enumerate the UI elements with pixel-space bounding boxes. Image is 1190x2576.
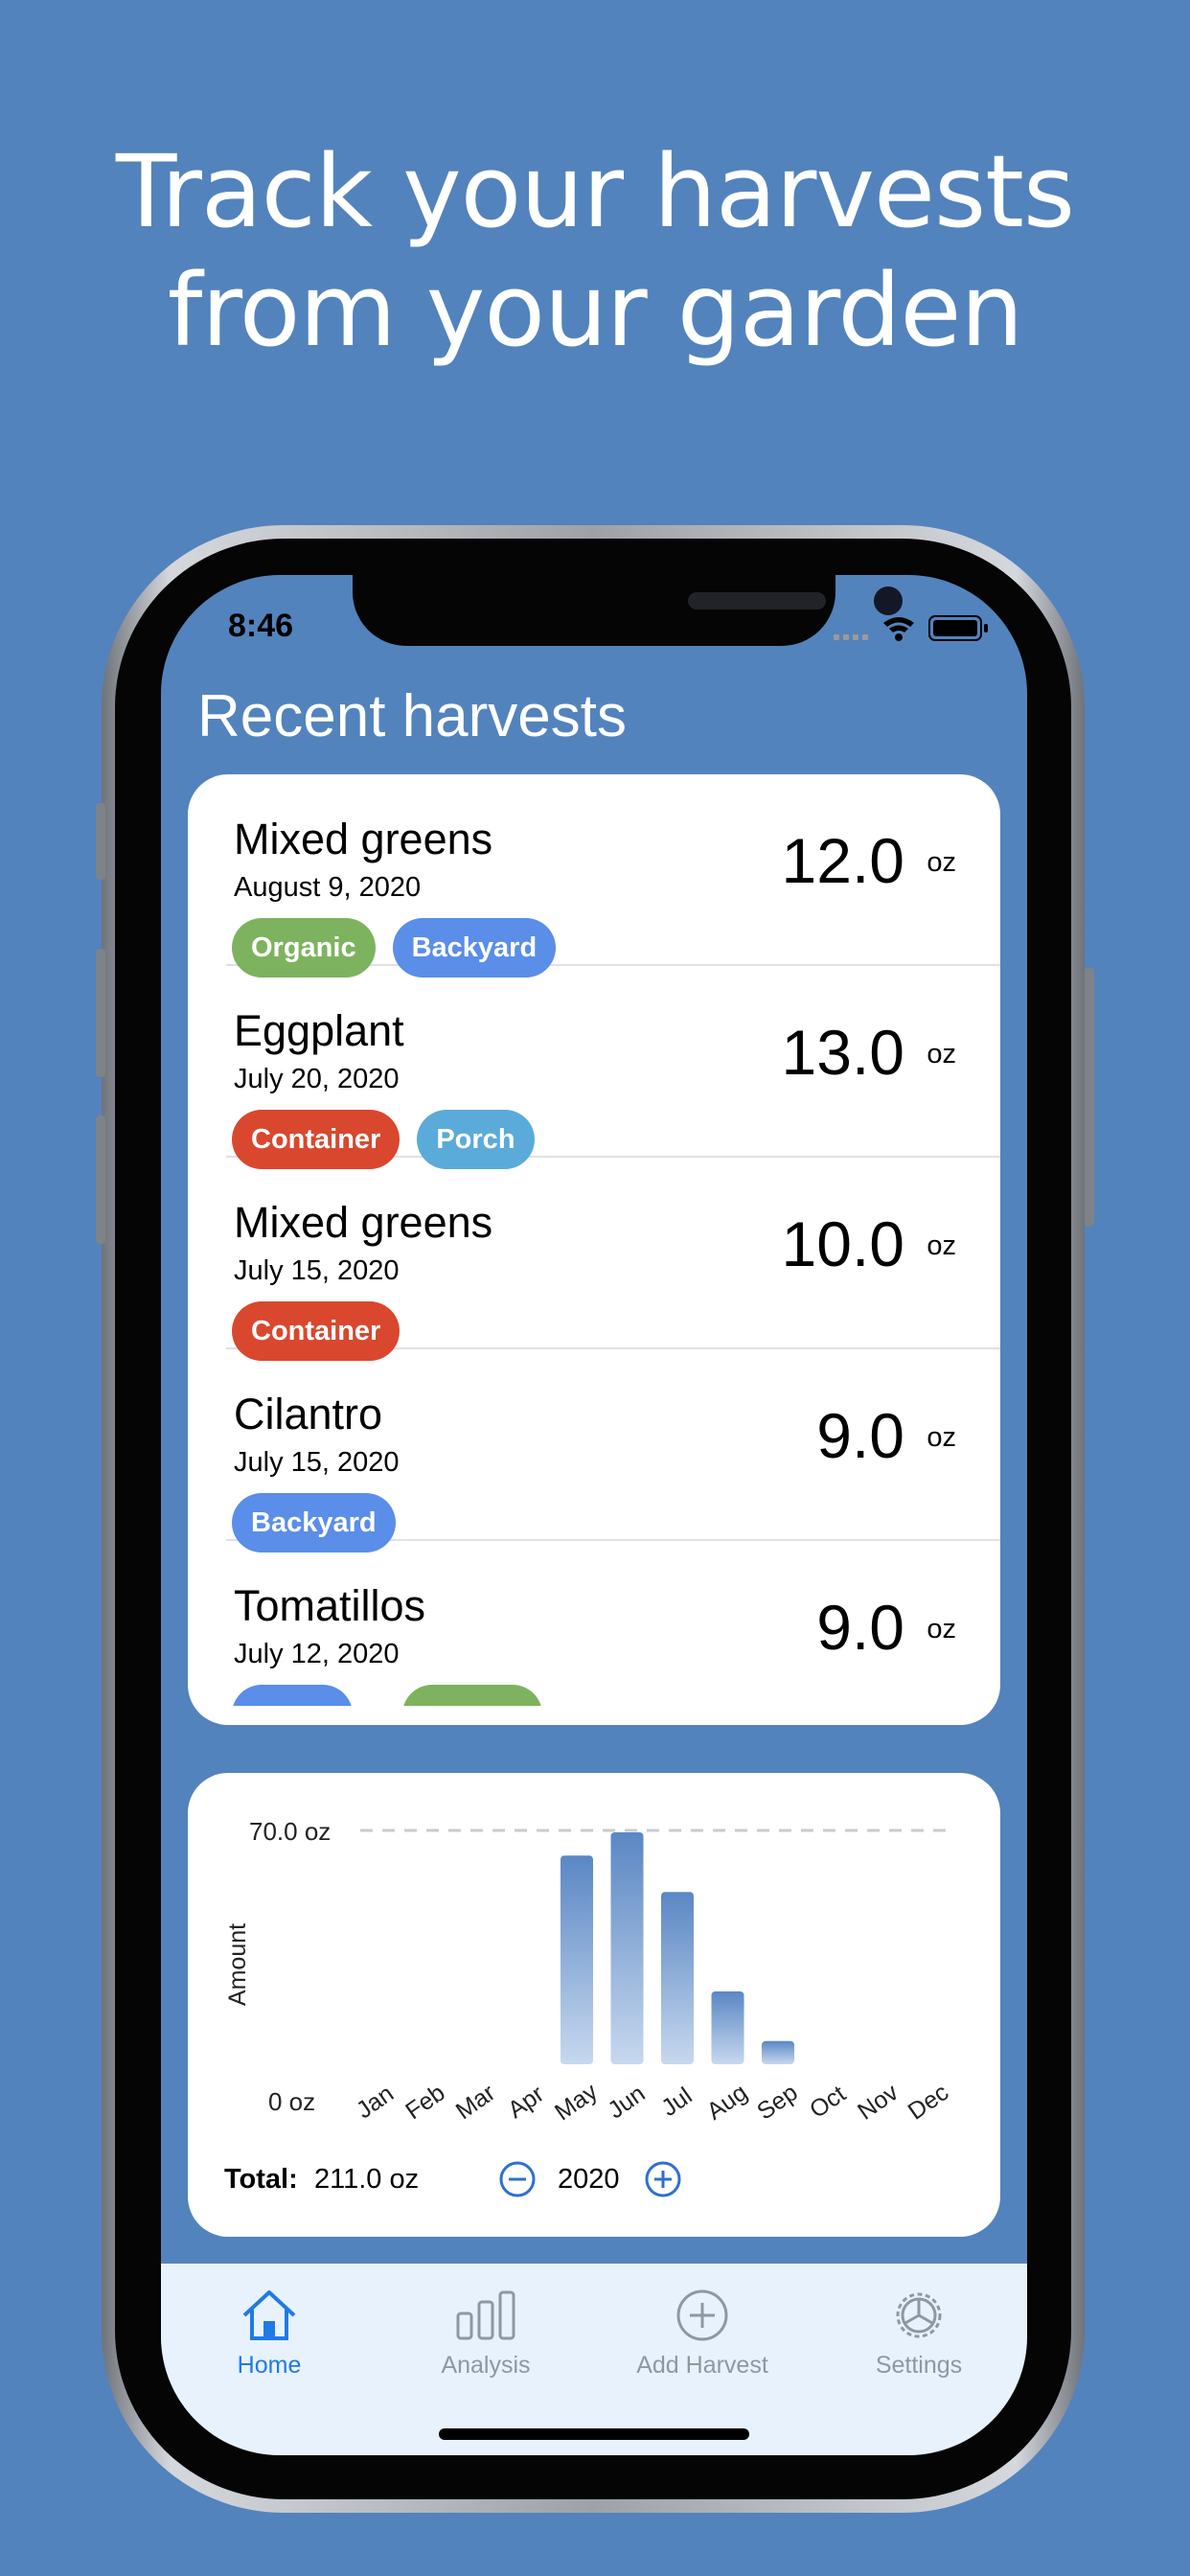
screen-title: Recent harvests bbox=[197, 683, 627, 749]
monthly-harvest-chart-card: 70.0 oz 0 oz Amount Jan Feb Mar Apr May Jun Ju… bbox=[188, 1773, 1000, 2237]
x-tick-label: Dec bbox=[904, 2079, 953, 2125]
signal-icon bbox=[834, 634, 868, 640]
harvest-date: July 15, 2020 bbox=[234, 1255, 400, 1286]
harvest-name: Tomatillos bbox=[234, 1581, 426, 1630]
harvest-row[interactable]: Mixed greens July 15, 2020 10.0 oz Conta… bbox=[226, 1158, 1000, 1361]
harvest-row[interactable]: Cilantro July 15, 2020 9.0 oz Backyard bbox=[226, 1349, 1000, 1552]
bar-jul bbox=[661, 1892, 694, 2064]
harvest-row[interactable]: Mixed greens August 9, 2020 12.0 oz Orga… bbox=[226, 774, 1000, 978]
tab-settings[interactable]: Settings bbox=[811, 2287, 1027, 2380]
harvest-unit: oz bbox=[927, 847, 956, 878]
volume-up-button bbox=[96, 949, 105, 1077]
harvest-amount: 9.0 bbox=[816, 1592, 904, 1663]
harvest-amount: 13.0 bbox=[781, 1017, 904, 1088]
tab-label: Settings bbox=[875, 2352, 963, 2379]
plus-circle-icon bbox=[676, 2289, 728, 2341]
x-tick-label: May bbox=[550, 2078, 603, 2126]
wifi-icon bbox=[883, 617, 914, 641]
front-camera bbox=[874, 586, 903, 615]
status-time: 8:46 bbox=[228, 608, 294, 644]
tab-label: Add Harvest bbox=[636, 2352, 768, 2379]
bar-chart-icon bbox=[456, 2290, 515, 2340]
headline-line-2: from your garden bbox=[167, 252, 1024, 369]
bar-may bbox=[561, 1855, 593, 2064]
total-value: 211.0 oz bbox=[314, 2164, 420, 2195]
gear-icon bbox=[896, 2292, 942, 2338]
bar-aug bbox=[711, 1990, 744, 2064]
silent-switch bbox=[96, 803, 105, 880]
harvest-name: Cilantro bbox=[234, 1390, 383, 1438]
x-tick-label: Nov bbox=[853, 2079, 904, 2126]
chart-x-labels: Jan Feb Mar Apr May Jun Jul Aug Sep Oct Nov Dec bbox=[352, 2078, 953, 2126]
y-tick-top: 70.0 oz bbox=[249, 1817, 331, 1846]
harvest-tags bbox=[232, 1685, 560, 1706]
tab-label: Home bbox=[237, 2352, 302, 2379]
year-value: 2020 bbox=[558, 2164, 620, 2195]
x-tick-label: Jul bbox=[656, 2082, 697, 2122]
volume-down-button bbox=[96, 1116, 105, 1244]
bar-jun bbox=[610, 1832, 644, 2064]
phone-screen: 8:46 Recent harvests Mixed greens August… bbox=[161, 575, 1027, 2455]
x-tick-label: Mar bbox=[451, 2080, 500, 2126]
recent-harvests-list[interactable]: Mixed greens August 9, 2020 12.0 oz Orga… bbox=[188, 774, 1000, 1725]
harvest-date: July 15, 2020 bbox=[234, 1447, 400, 1478]
tab-analysis[interactable]: Analysis bbox=[378, 2287, 594, 2380]
tab-add-harvest[interactable]: Add Harvest bbox=[594, 2287, 811, 2380]
harvest-row[interactable]: Eggplant July 20, 2020 13.0 oz Container… bbox=[226, 966, 1000, 1169]
next-year-button[interactable] bbox=[644, 2160, 682, 2198]
harvest-date: July 12, 2020 bbox=[234, 1639, 400, 1669]
home-indicator bbox=[439, 2428, 749, 2440]
tab-home[interactable]: Home bbox=[161, 2287, 378, 2380]
tag bbox=[402, 1685, 542, 1706]
harvest-amount: 10.0 bbox=[781, 1208, 904, 1279]
harvest-amount: 12.0 bbox=[781, 825, 904, 896]
notch bbox=[353, 575, 903, 646]
house-icon bbox=[242, 2290, 296, 2340]
harvest-name: Mixed greens bbox=[234, 815, 493, 863]
harvest-unit: oz bbox=[927, 1230, 956, 1261]
bar-sep bbox=[762, 2040, 794, 2064]
harvest-name: Eggplant bbox=[234, 1006, 404, 1055]
speaker-grille bbox=[688, 592, 826, 610]
harvest-unit: oz bbox=[927, 1614, 956, 1644]
headline-line-1: Track your harvests bbox=[115, 133, 1075, 250]
harvest-name: Mixed greens bbox=[234, 1198, 493, 1247]
harvest-unit: oz bbox=[927, 1039, 956, 1070]
x-tick-label: Aug bbox=[702, 2079, 752, 2125]
tab-bar: Home Analysis Add Harvest Settings bbox=[161, 2264, 1027, 2455]
headline: Track your harvests from your garden bbox=[0, 132, 1190, 370]
chart-bars bbox=[561, 1832, 794, 2064]
x-tick-label: Apr bbox=[503, 2081, 549, 2124]
x-tick-label: Jun bbox=[603, 2080, 650, 2124]
x-tick-label: Sep bbox=[752, 2079, 802, 2125]
x-tick-label: Feb bbox=[400, 2080, 449, 2126]
x-tick-label: Jan bbox=[352, 2080, 399, 2124]
harvest-row[interactable]: Tomatillos July 12, 2020 9.0 oz bbox=[226, 1541, 1000, 1725]
power-button bbox=[1085, 968, 1094, 1227]
harvest-date: July 20, 2020 bbox=[234, 1064, 400, 1094]
battery-icon bbox=[928, 615, 988, 641]
tag bbox=[232, 1685, 353, 1706]
x-tick-label: Oct bbox=[805, 2081, 851, 2124]
harvest-amount: 9.0 bbox=[816, 1400, 904, 1471]
harvest-date: August 9, 2020 bbox=[234, 872, 422, 903]
y-axis-label: Amount bbox=[224, 1923, 251, 2006]
y-tick-bottom: 0 oz bbox=[268, 2087, 315, 2116]
previous-year-button[interactable] bbox=[498, 2160, 537, 2198]
tab-label: Analysis bbox=[441, 2352, 531, 2379]
status-icons bbox=[834, 613, 996, 647]
total-label: Total: bbox=[224, 2164, 298, 2195]
harvest-unit: oz bbox=[927, 1422, 956, 1453]
